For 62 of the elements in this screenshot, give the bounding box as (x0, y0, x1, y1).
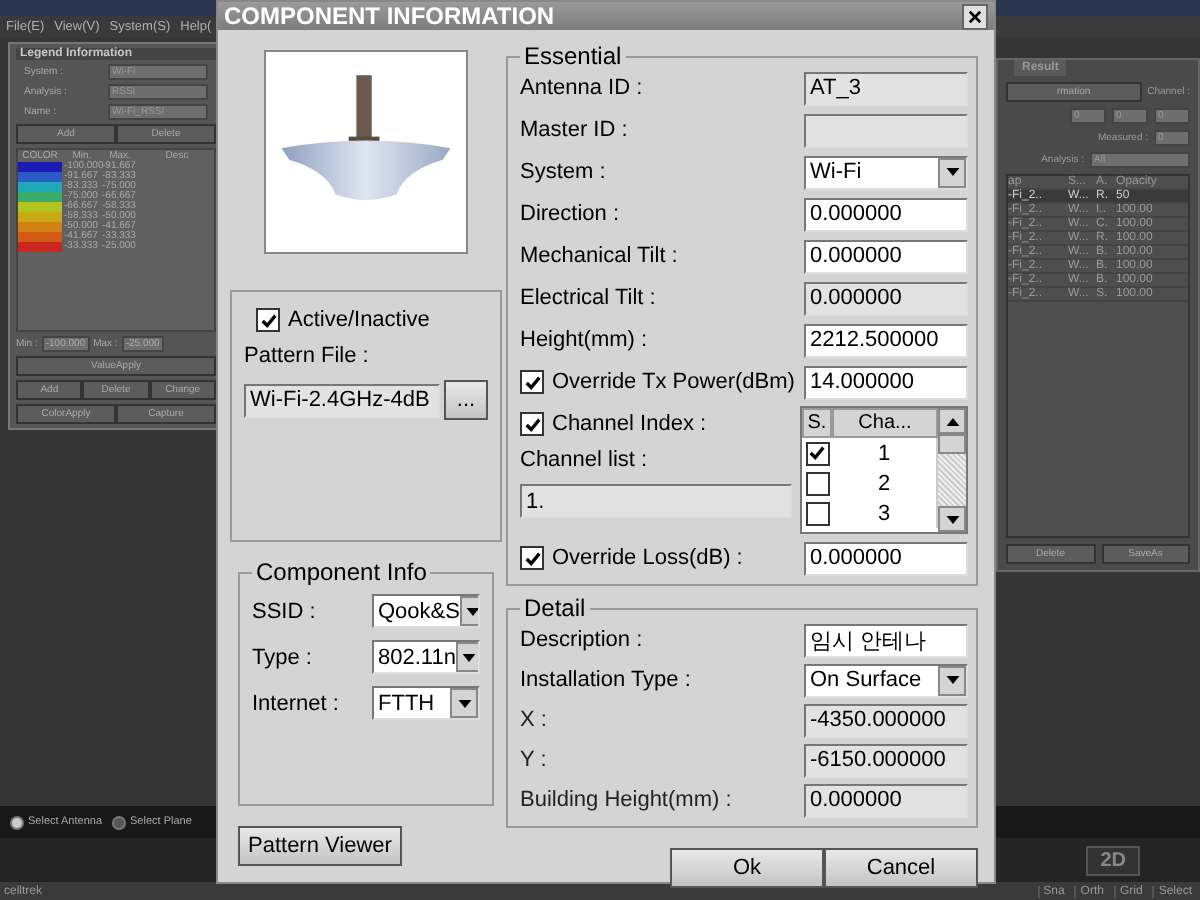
readonly-field: 0.000000 (804, 783, 968, 817)
field-label: Antenna ID : (520, 76, 643, 100)
view-mode-button[interactable]: 2D (1086, 845, 1140, 875)
checkbox[interactable] (805, 441, 829, 465)
readonly-field: Wi-Fi-2.4GHz-4dB (244, 383, 440, 417)
input-field[interactable]: 0.000000 (804, 197, 968, 231)
input-field[interactable]: 2212.500000 (804, 323, 968, 357)
group-title: Component Info (254, 558, 429, 586)
checkbox[interactable] (805, 471, 829, 495)
checkbox[interactable] (520, 546, 544, 570)
checkbox-label: Override Tx Power(dBm) (552, 370, 795, 394)
close-icon[interactable] (962, 3, 988, 29)
checkbox-label: Active/Inactive (288, 308, 430, 332)
scrollbar[interactable] (938, 408, 966, 532)
scroll-down-icon[interactable] (938, 506, 966, 532)
readonly-field: 0.000000 (804, 281, 968, 315)
field-label: Electrical Tilt : (520, 286, 656, 310)
input-field[interactable]: 14.000000 (804, 365, 968, 399)
readonly-field: AT_3 (804, 71, 968, 105)
field-label: Direction : (520, 202, 620, 226)
checkbox[interactable] (520, 370, 544, 394)
column-header[interactable]: S. (802, 408, 832, 438)
input-field[interactable]: 0.000000 (804, 541, 968, 575)
browse-button[interactable]: ... (444, 380, 488, 420)
dropdown[interactable]: 802.11n (372, 640, 480, 674)
field-label: SSID : (252, 599, 316, 623)
checkbox[interactable] (256, 308, 280, 332)
column-header[interactable]: Cha... (832, 408, 938, 438)
field-label: Internet : (252, 691, 339, 715)
dropdown[interactable]: Wi-Fi (804, 155, 968, 189)
dropdown[interactable]: On Surface (804, 663, 968, 697)
group-title: Essential (522, 42, 624, 70)
pattern-viewer-button[interactable]: Pattern Viewer (238, 826, 402, 866)
dialog-button[interactable]: Ok (670, 848, 824, 888)
field-label: Pattern File : (244, 344, 371, 368)
scroll-up-icon[interactable] (938, 408, 966, 434)
input-field[interactable]: 임시 안테나 (804, 623, 968, 657)
checkbox-label: Channel Index : (552, 412, 707, 436)
field-label: X : (520, 708, 547, 732)
field-label: Installation Type : (520, 668, 691, 692)
field-label: Type : (252, 645, 312, 669)
checkbox[interactable] (520, 412, 544, 436)
dialog-button[interactable]: Cancel (824, 848, 978, 888)
field-label: Building Height(mm) : (520, 788, 732, 812)
checkbox-label: Override Loss(dB) : (552, 546, 743, 570)
field-label: Mechanical Tilt : (520, 244, 678, 268)
group-title: Detail (522, 594, 588, 622)
checkbox[interactable] (805, 501, 829, 525)
dialog-title: COMPONENT INFORMATION (224, 2, 555, 30)
field-label: Master ID : (520, 118, 628, 142)
readonly-field: -4350.000000 (804, 703, 968, 737)
input-field[interactable]: 0.000000 (804, 239, 968, 273)
field-label: Channel list : (520, 448, 650, 472)
dropdown[interactable]: FTTH (372, 686, 480, 720)
readonly-field: 1. (520, 484, 792, 518)
field-label: Y : (520, 748, 547, 772)
scrollbar-thumb[interactable] (938, 434, 966, 454)
field-label: Height(mm) : (520, 328, 648, 352)
dropdown[interactable]: Qook&S (372, 594, 480, 628)
readonly-field: -6150.000000 (804, 743, 968, 777)
field-label: System : (520, 160, 606, 184)
field-label: Description : (520, 628, 643, 652)
